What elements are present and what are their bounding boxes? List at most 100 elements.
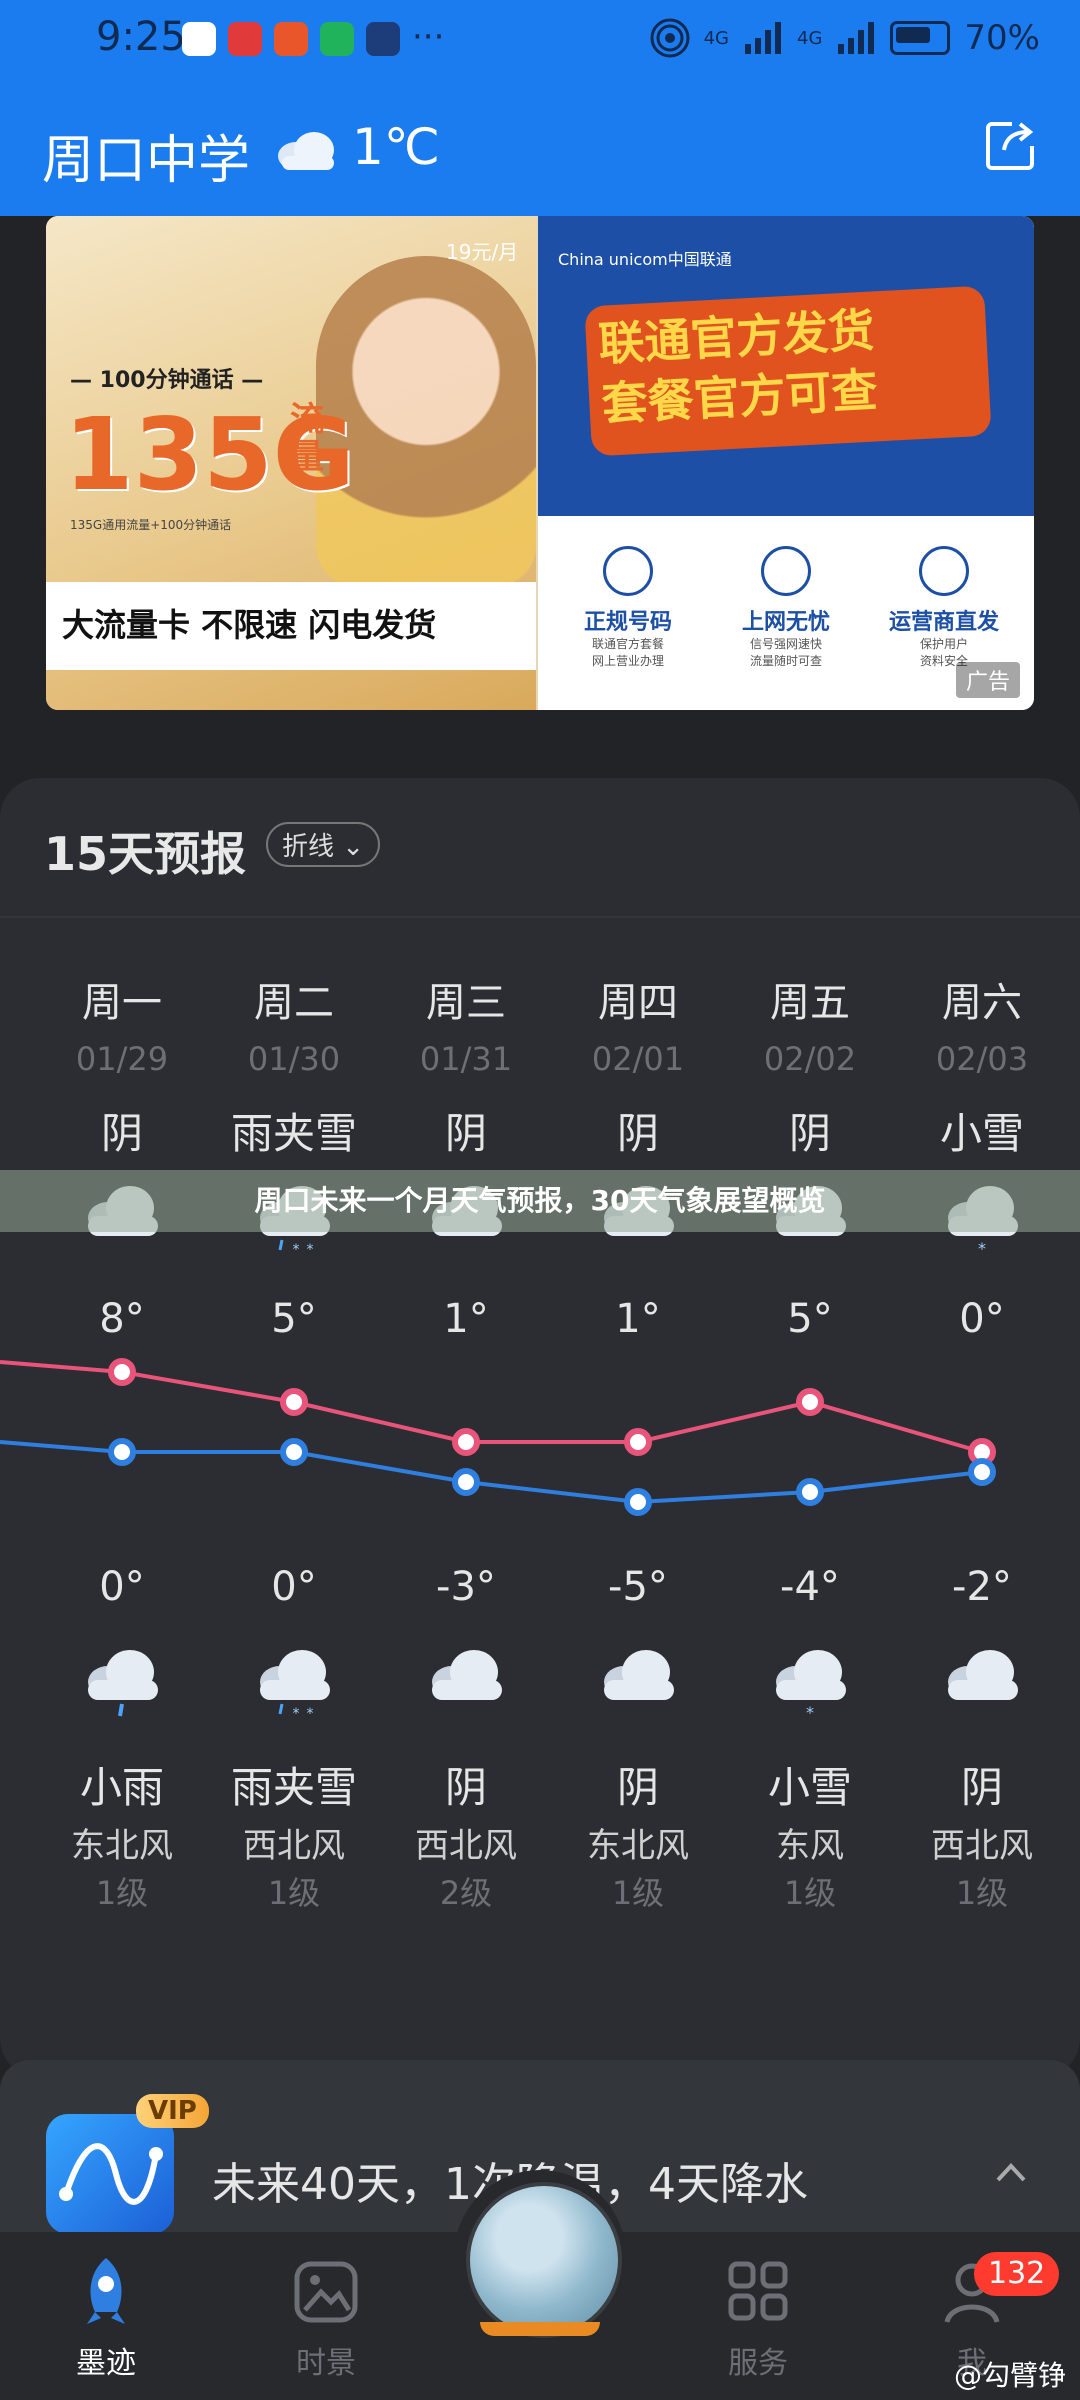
ad-right-top: China unicom中国联通 联通官方发货 套餐官方可查	[538, 216, 1034, 516]
ad-feature-title: 运营商直发	[888, 610, 999, 635]
nav-label: 时景	[296, 2346, 356, 2381]
share-icon[interactable]	[982, 116, 1040, 174]
date-label: 02/02	[763, 1040, 857, 1078]
wind-level: 1级	[95, 1874, 149, 1912]
low-temp-point	[452, 1468, 480, 1496]
high-temp-point	[452, 1428, 480, 1456]
day-label: 周五	[770, 980, 850, 1026]
high-temp-line	[0, 1360, 983, 1454]
city-name[interactable]: 周口中学	[42, 118, 250, 193]
ad-feature-desc: 流量随时可查	[749, 653, 822, 668]
low-temp: 0°	[271, 1564, 317, 1610]
date-label: 01/30	[247, 1040, 341, 1078]
vip-badge: VIP	[136, 2094, 209, 2128]
wind-direction: 西北风	[415, 1826, 517, 1866]
truck-icon	[919, 546, 969, 596]
ad-feature-desc: 网上营业办理	[591, 653, 664, 668]
night-condition: 阴	[616, 1763, 659, 1812]
day-label: 周四	[598, 980, 678, 1026]
wind-direction: 西北风	[243, 1826, 345, 1866]
book-icon	[228, 22, 262, 56]
low-temp: -2°	[952, 1564, 1012, 1610]
battery-icon	[890, 21, 951, 55]
day-condition: 雨夹雪	[230, 1109, 357, 1158]
nav-item-moji[interactable]: 墨迹	[36, 2254, 176, 2382]
ad-subtitle: — 100分钟通话 —	[70, 368, 264, 393]
svg-text:*: *	[806, 1703, 814, 1722]
date-label: 02/03	[935, 1040, 1029, 1078]
ad-feature-desc: 保护用户	[919, 637, 968, 651]
date-label: 01/31	[419, 1040, 513, 1078]
status-bar: 9:25 ··· 4G 4G 70%	[0, 0, 1080, 80]
app-icon	[320, 22, 354, 56]
high-temp: 5°	[787, 1296, 833, 1342]
overlay-caption: 周口未来一个月天气预报，30天气象展望概览	[0, 1170, 1080, 1232]
day-label: 周三	[426, 980, 506, 1026]
date-label: 02/01	[591, 1040, 685, 1078]
day-label: 周二	[254, 980, 334, 1026]
chevron-up-icon[interactable]	[994, 2156, 1028, 2190]
day-condition: 阴	[788, 1109, 831, 1158]
ad-flow-label: 流量	[290, 400, 324, 478]
high-temp: 0°	[959, 1296, 1005, 1342]
rain-icon	[88, 1650, 158, 1717]
wind-direction: 东北风	[71, 1826, 173, 1866]
wind-level: 2级	[439, 1874, 493, 1912]
wind-direction: 东北风	[587, 1826, 689, 1866]
low-temp: -4°	[780, 1564, 840, 1610]
forecast-card: 15天预报 折线 ⌄ 周一 01/29 阴 8° 0° 小雨 东北风 1级 周二 01/30 雨夹雪…	[0, 778, 1080, 2078]
low-temp: -5°	[608, 1564, 668, 1610]
svg-text:*: *	[978, 1239, 986, 1258]
sleet-icon: * *	[260, 1650, 330, 1722]
center-weather-button[interactable]	[454, 2170, 626, 2342]
wind-level: 1级	[955, 1874, 1009, 1912]
header: 周口中学 1℃	[0, 80, 1080, 216]
low-temp-point	[968, 1458, 996, 1486]
signal-label-1: 4G	[703, 27, 730, 49]
sim-icon	[603, 546, 653, 596]
wind-level: 1级	[611, 1874, 665, 1912]
day-label: 周一	[82, 980, 162, 1026]
high-temp: 1°	[443, 1296, 489, 1342]
day-condition: 小雪	[939, 1109, 1024, 1158]
ad-left-panel: 19元/月 — 100分钟通话 — 135G 流量 135G通用流量+100分钟…	[46, 216, 536, 710]
nav-label: 服务	[728, 2346, 788, 2381]
cloudy-icon	[278, 132, 334, 170]
ad-banner[interactable]: 19元/月 — 100分钟通话 — 135G 流量 135G通用流量+100分钟…	[46, 216, 1034, 710]
cloudy-icon	[604, 1650, 674, 1700]
status-right: 4G 4G 70%	[650, 18, 1040, 58]
signal-icon-2	[838, 22, 875, 54]
ad-feature-desc: 联通官方套餐	[591, 637, 664, 651]
low-temp-point	[624, 1488, 652, 1516]
night-condition: 小雨	[79, 1763, 164, 1812]
ad-feature: 正规号码 联通官方套餐 网上营业办理	[548, 546, 708, 670]
high-temp-point	[280, 1388, 308, 1416]
day-condition: 阴	[616, 1109, 659, 1158]
low-temp-point	[796, 1478, 824, 1506]
wind-level: 1级	[267, 1874, 321, 1912]
network-icon	[761, 546, 811, 596]
nav-item-shijing[interactable]: 时景	[256, 2254, 396, 2382]
ad-small-text: 135G通用流量+100分钟通话	[70, 518, 232, 532]
day-condition: 阴	[100, 1109, 143, 1158]
ad-card-text: 大流量卡 不限速 闪电发货	[62, 606, 437, 644]
more-icon: ···	[412, 17, 445, 57]
day-label: 周六	[942, 980, 1022, 1026]
low-temp-point	[108, 1438, 136, 1466]
current-temp: 1℃	[352, 118, 440, 176]
status-time: 9:25	[96, 14, 186, 60]
day-condition: 阴	[444, 1109, 487, 1158]
sky-globe-icon	[466, 2182, 622, 2338]
ad-price: 19元/月	[446, 240, 519, 264]
high-temp-point	[624, 1428, 652, 1456]
ad-tag: 广告	[955, 662, 1020, 698]
svg-text:*: *	[293, 1706, 300, 1722]
low-temp: 0°	[99, 1564, 145, 1610]
ad-headline: 联通官方发货 套餐官方可查	[597, 301, 879, 435]
low-temp-line	[0, 1440, 983, 1505]
nav-item-service[interactable]: 服务	[688, 2254, 828, 2382]
mail-icon	[366, 22, 400, 56]
ad-feature: 运营商直发 保护用户 资料安全	[864, 546, 1024, 670]
rocket-icon	[87, 2258, 125, 2324]
high-temp: 8°	[99, 1296, 145, 1342]
